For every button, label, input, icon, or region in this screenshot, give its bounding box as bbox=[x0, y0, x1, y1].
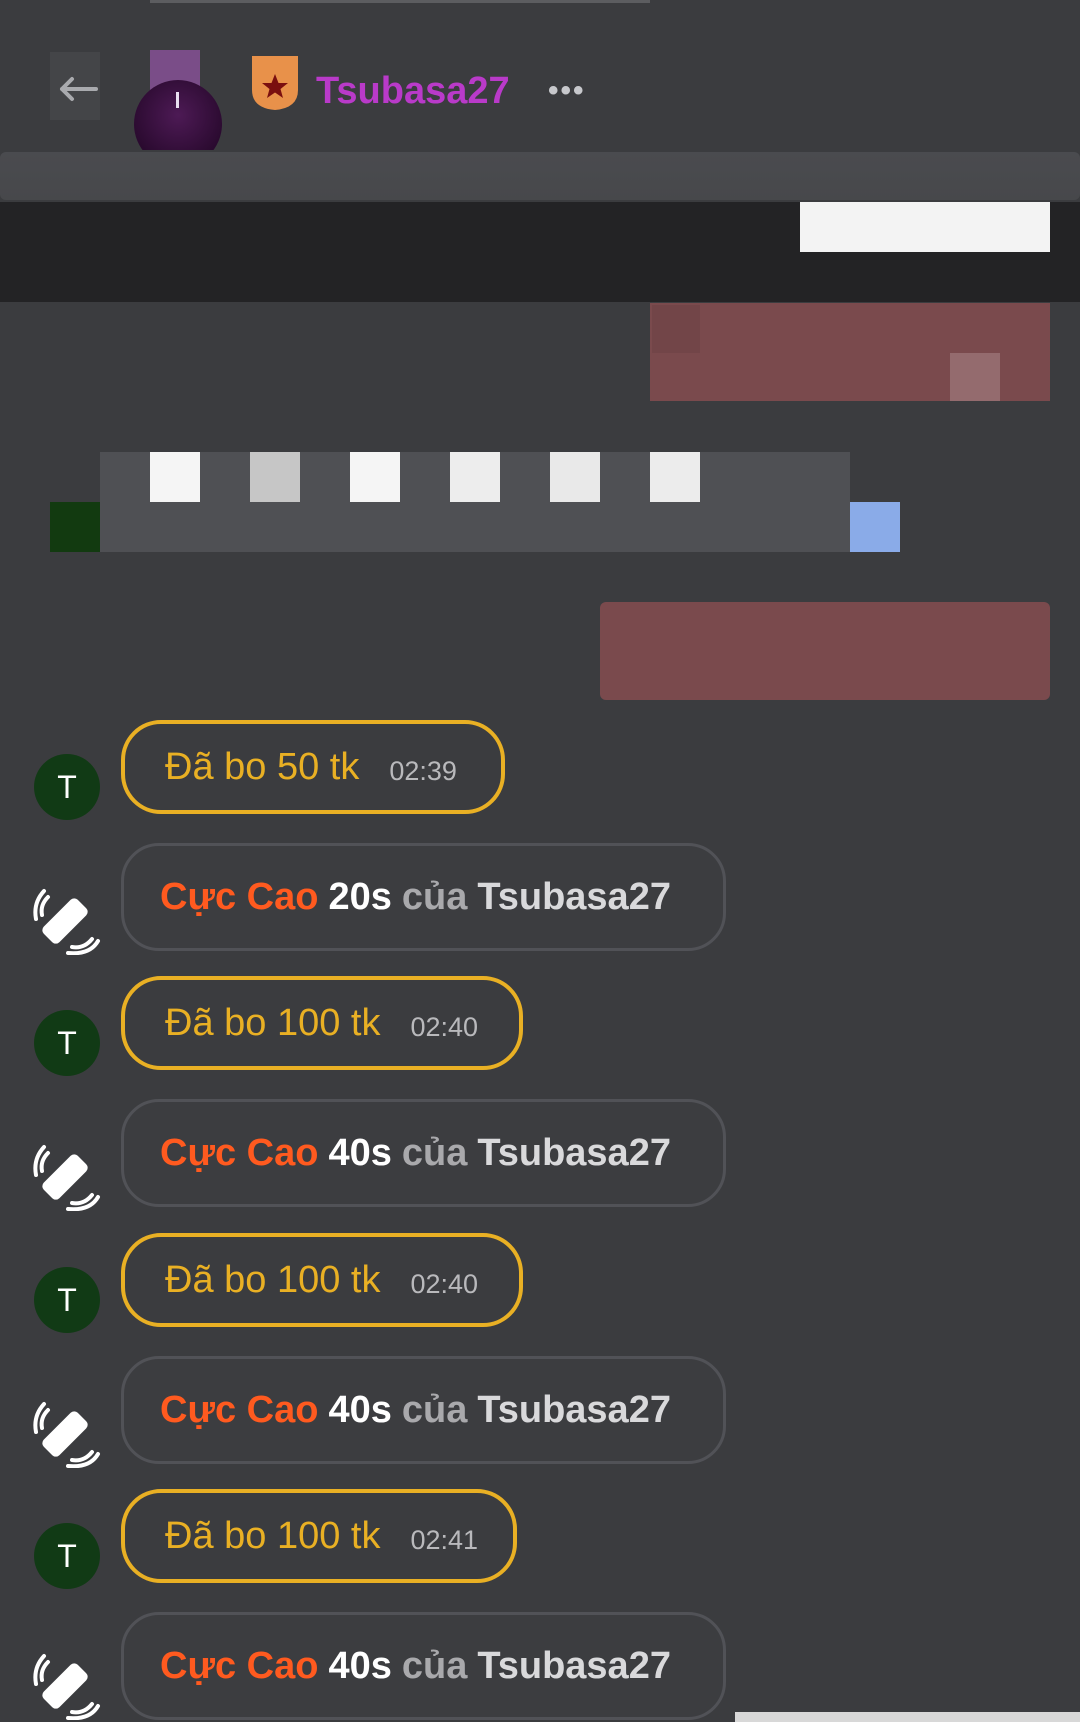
gift-connector: của bbox=[401, 1388, 468, 1431]
user-avatar[interactable]: T bbox=[34, 1267, 100, 1333]
message-time: 02:39 bbox=[389, 755, 457, 786]
gift-duration: 40s bbox=[328, 1644, 392, 1687]
message-time: 02:40 bbox=[410, 1011, 479, 1042]
gift-connector: của bbox=[401, 875, 468, 918]
gift-message: Cực Cao 40s của Tsubasa27 bbox=[121, 1612, 726, 1720]
gift-duration: 20s bbox=[328, 875, 392, 918]
back-arrow-icon bbox=[60, 77, 98, 101]
user-avatar[interactable]: T bbox=[34, 1523, 100, 1589]
gift-name: Cực Cao bbox=[160, 875, 319, 918]
gift-sender: Tsubasa27 bbox=[477, 1388, 671, 1431]
tip-text: Đã bo 50 tk bbox=[165, 745, 360, 788]
user-avatar[interactable]: T bbox=[34, 1010, 100, 1076]
gift-connector: của bbox=[401, 1131, 468, 1174]
gift-sender: Tsubasa27 bbox=[477, 875, 671, 918]
vibration-gift-icon bbox=[33, 1145, 100, 1211]
tip-message: Đã bo 100 tk 02:40 bbox=[121, 1233, 523, 1327]
pinned-bar bbox=[0, 152, 1080, 200]
gift-name: Cực Cao bbox=[160, 1388, 319, 1431]
vibration-gift-icon bbox=[33, 889, 100, 955]
gift-sender: Tsubasa27 bbox=[477, 1644, 671, 1687]
tip-message: Đã bo 100 tk 02:41 bbox=[121, 1489, 517, 1583]
gift-name: Cực Cao bbox=[160, 1644, 319, 1687]
gift-connector: của bbox=[401, 1644, 468, 1687]
chat-header: Tsubasa27 ••• bbox=[0, 0, 1080, 150]
gift-message: Cực Cao 40s của Tsubasa27 bbox=[121, 1099, 726, 1207]
tip-text: Đã bo 100 tk bbox=[165, 1514, 381, 1557]
gift-message: Cực Cao 40s của Tsubasa27 bbox=[121, 1356, 726, 1464]
user-avatar[interactable]: T bbox=[34, 754, 100, 820]
star-badge-icon bbox=[250, 52, 300, 112]
tip-text: Đã bo 100 tk bbox=[165, 1258, 381, 1301]
vibration-gift-icon bbox=[33, 1402, 100, 1468]
gift-message: Cực Cao 20s của Tsubasa27 bbox=[121, 843, 726, 951]
redacted-message bbox=[600, 602, 1050, 700]
tip-text: Đã bo 100 tk bbox=[165, 1001, 381, 1044]
back-button[interactable] bbox=[50, 52, 100, 120]
chat-username[interactable]: Tsubasa27 bbox=[316, 70, 510, 113]
vibration-gift-icon bbox=[33, 1654, 100, 1720]
scroll-indicator bbox=[735, 1712, 1080, 1722]
redacted-block bbox=[800, 202, 1050, 252]
gift-duration: 40s bbox=[328, 1131, 392, 1174]
redacted-block bbox=[850, 502, 900, 552]
gift-name: Cực Cao bbox=[160, 1131, 319, 1174]
message-time: 02:40 bbox=[410, 1268, 479, 1299]
gift-duration: 40s bbox=[328, 1388, 392, 1431]
profile-avatar[interactable] bbox=[134, 50, 222, 150]
redacted-avatar bbox=[50, 502, 100, 552]
redacted-message bbox=[650, 303, 1050, 401]
redacted-message bbox=[100, 452, 850, 552]
tip-message: Đã bo 50 tk 02:39 bbox=[121, 720, 505, 814]
tip-message: Đã bo 100 tk 02:40 bbox=[121, 976, 523, 1070]
gift-sender: Tsubasa27 bbox=[477, 1131, 671, 1174]
message-time: 02:41 bbox=[410, 1524, 479, 1555]
more-options-button[interactable]: ••• bbox=[548, 74, 586, 108]
